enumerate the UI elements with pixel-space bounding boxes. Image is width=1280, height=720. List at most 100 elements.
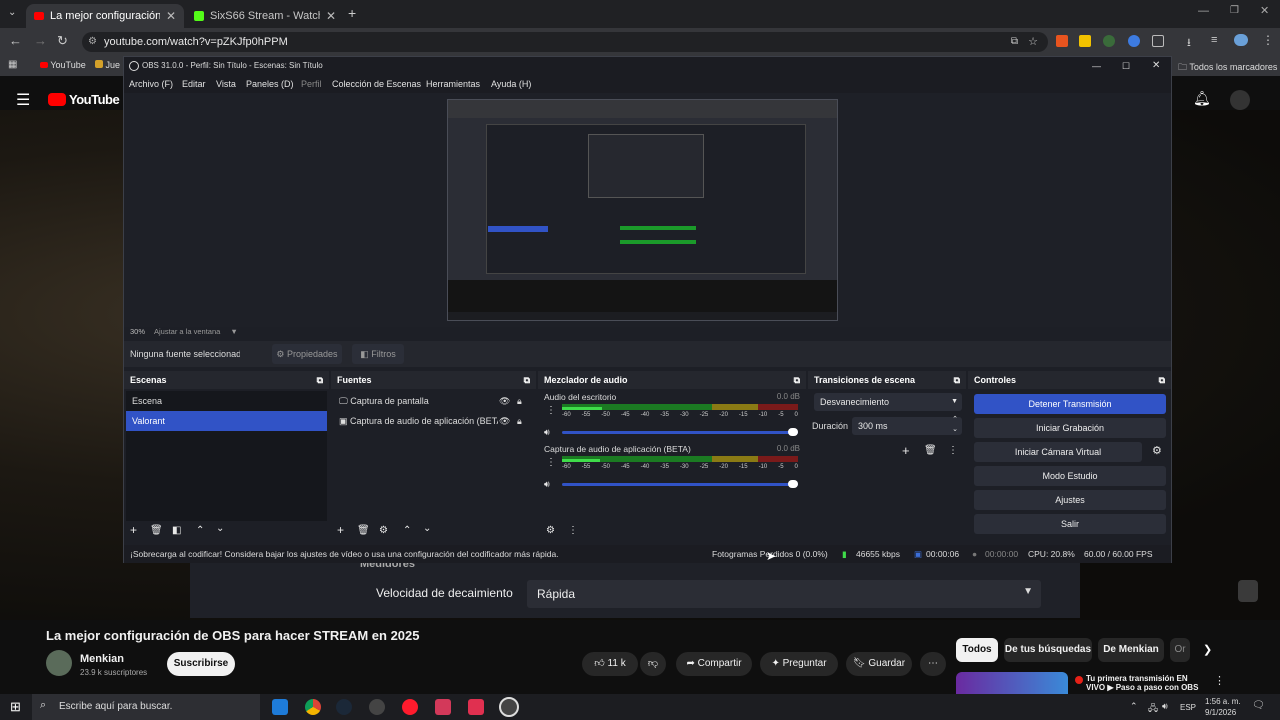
- eye-icon[interactable]: 👁︎: [499, 411, 510, 431]
- start-recording-button[interactable]: Iniciar Grabación: [974, 418, 1166, 438]
- site-info-icon[interactable]: ⚙: [88, 32, 97, 52]
- speaker-icon[interactable]: 🔊︎: [544, 479, 550, 490]
- transition-select[interactable]: Desvanecimiento ▼: [814, 393, 962, 411]
- obs-taskbar-icon[interactable]: [499, 697, 519, 717]
- bookmark-youtube[interactable]: YouTube: [40, 60, 86, 70]
- menu-editar[interactable]: Editar: [182, 75, 206, 93]
- hamburger-menu-icon[interactable]: ☰: [16, 90, 30, 110]
- recommended-thumbnail[interactable]: [956, 672, 1068, 694]
- dislike-button[interactable]: 👎︎: [640, 652, 666, 676]
- start-virtual-camera-button[interactable]: Iniciar Cámara Virtual: [974, 442, 1142, 462]
- download-icon[interactable]: ⭳: [1187, 34, 1191, 53]
- menu-ayuda[interactable]: Ayuda (H): [491, 75, 531, 93]
- gear-icon[interactable]: ⚙: [379, 525, 388, 536]
- tab-search-icon[interactable]: ⌄: [8, 7, 16, 18]
- slider-knob[interactable]: [788, 480, 798, 488]
- volume-icon[interactable]: 🔊︎: [1162, 701, 1168, 712]
- subscribe-button[interactable]: Suscribirse: [167, 652, 235, 676]
- menu-archivo[interactable]: Archivo (F): [129, 75, 173, 93]
- back-icon[interactable]: ←: [9, 33, 22, 48]
- volume-slider[interactable]: [562, 480, 798, 488]
- stop-stream-button[interactable]: Detener Transmisión: [974, 394, 1166, 414]
- fit-window-select[interactable]: Ajustar a la ventana ▼: [154, 327, 238, 336]
- app-icon[interactable]: [435, 699, 451, 715]
- tray-chevron-icon[interactable]: ⌃: [1130, 701, 1138, 712]
- menu-coleccion[interactable]: Colección de Escenas: [332, 75, 421, 93]
- minimize-icon[interactable]: —: [1092, 57, 1101, 75]
- account-avatar[interactable]: [1230, 90, 1250, 110]
- channel-name[interactable]: Menkian: [80, 653, 124, 665]
- close-window-icon[interactable]: ✕: [1260, 4, 1269, 17]
- menu-herramientas[interactable]: Herramientas: [426, 75, 480, 93]
- share-button[interactable]: ➦ Compartir: [676, 652, 752, 676]
- speaker-icon[interactable]: 🔊︎: [544, 427, 550, 438]
- kebab-icon[interactable]: ⋮: [568, 525, 578, 536]
- notification-icon[interactable]: 🗨︎: [1252, 700, 1265, 711]
- opera-icon[interactable]: [402, 699, 418, 715]
- undock-icon[interactable]: ⧉: [317, 371, 323, 389]
- studio-mode-button[interactable]: Modo Estudio: [974, 466, 1166, 486]
- eye-icon[interactable]: 👁︎: [499, 391, 510, 411]
- menu-icon[interactable]: ⋮: [1262, 33, 1274, 47]
- chevron-right-icon[interactable]: ❯: [1203, 643, 1212, 656]
- save-button[interactable]: 🔖︎ Guardar: [846, 652, 912, 676]
- undock-icon[interactable]: ⧉: [524, 371, 530, 389]
- close-icon[interactable]: ✕: [166, 6, 176, 26]
- obs-preview[interactable]: 30% Ajustar a la ventana ▼: [124, 93, 1171, 336]
- forward-icon[interactable]: →: [34, 33, 47, 48]
- menu-perfil[interactable]: Perfil: [301, 75, 322, 93]
- lock-icon[interactable]: 🔒︎: [517, 391, 522, 411]
- trash-icon[interactable]: 🗑︎: [357, 525, 370, 536]
- tab-inactive[interactable]: SixS66 Stream - Watch Live on ✕: [186, 4, 344, 28]
- profile-avatar[interactable]: [1234, 34, 1248, 46]
- exit-button[interactable]: Salir: [974, 514, 1166, 534]
- source-item[interactable]: 🖵 Captura de pantalla 👁︎ 🔒︎: [333, 391, 534, 411]
- trash-icon[interactable]: 🗑︎: [924, 445, 937, 456]
- clock-time[interactable]: 1:56 a. m.: [1205, 697, 1241, 706]
- restore-icon[interactable]: ❐: [1230, 5, 1239, 16]
- tab-active[interactable]: La mejor configuración de OBS ✕: [26, 4, 184, 28]
- filter-icon[interactable]: ◧: [172, 525, 181, 536]
- extension-icon[interactable]: [1056, 35, 1068, 47]
- lock-icon[interactable]: 🔒︎: [517, 411, 522, 431]
- windows-start-icon[interactable]: ⊞: [10, 699, 21, 715]
- chevron-down-icon[interactable]: ⌄: [423, 523, 431, 534]
- chip-searches[interactable]: De tus búsquedas: [1004, 638, 1092, 662]
- all-bookmarks[interactable]: 🗀 Todos los marcadores: [1178, 60, 1277, 76]
- trash-icon[interactable]: 🗑︎: [150, 525, 163, 536]
- chevron-down-icon[interactable]: ⌄: [216, 523, 224, 534]
- extension-icon[interactable]: [1103, 35, 1115, 47]
- like-button[interactable]: 👍︎ 11 k: [582, 652, 638, 676]
- bookmark-juegos[interactable]: Jue: [95, 60, 120, 70]
- menu-vista[interactable]: Vista: [216, 75, 236, 93]
- menu-paneles[interactable]: Paneles (D): [246, 75, 294, 93]
- duration-field[interactable]: 300 ms ⌃ ⌄: [852, 415, 962, 435]
- chevron-up-icon[interactable]: ⌃: [403, 525, 411, 536]
- star-icon[interactable]: ☆: [1028, 32, 1038, 52]
- advanced-audio-icon[interactable]: ⚙: [546, 525, 555, 536]
- stepper-icon[interactable]: ⌃ ⌄: [952, 415, 958, 435]
- notifications-icon[interactable]: 🔔︎: [1193, 90, 1211, 107]
- recommended-title[interactable]: Tu primera transmisión EN VIVO ▶ Paso a …: [1086, 674, 1204, 694]
- youtube-logo[interactable]: YouTube: [48, 92, 120, 107]
- undock-icon[interactable]: ⧉: [794, 371, 800, 389]
- add-icon[interactable]: +: [337, 523, 344, 537]
- undock-icon[interactable]: ⧉: [954, 371, 960, 389]
- properties-button[interactable]: ⚙ Propiedades: [272, 344, 342, 364]
- cast-icon[interactable]: ⧉: [1011, 32, 1018, 52]
- clock-date[interactable]: 9/1/2026: [1205, 708, 1236, 717]
- new-tab-icon[interactable]: +: [348, 5, 356, 21]
- scene-item[interactable]: Escena: [126, 391, 327, 411]
- reading-list-icon[interactable]: ≡: [1211, 34, 1217, 46]
- settings-button[interactable]: Ajustes: [974, 490, 1166, 510]
- filters-button[interactable]: ◧ Filtros: [352, 344, 404, 364]
- ask-button[interactable]: ✦ Preguntar: [760, 652, 838, 676]
- puzzle-icon[interactable]: [1152, 35, 1164, 47]
- chip-all[interactable]: Todos: [956, 638, 998, 662]
- volume-slider[interactable]: [562, 428, 798, 436]
- steam-icon[interactable]: [336, 699, 352, 715]
- recommended-more-icon[interactable]: ⋮: [1214, 674, 1225, 687]
- chip-more[interactable]: Or: [1170, 638, 1190, 662]
- kebab-icon[interactable]: ⋮: [546, 457, 556, 468]
- scene-item[interactable]: Valorant: [126, 411, 327, 431]
